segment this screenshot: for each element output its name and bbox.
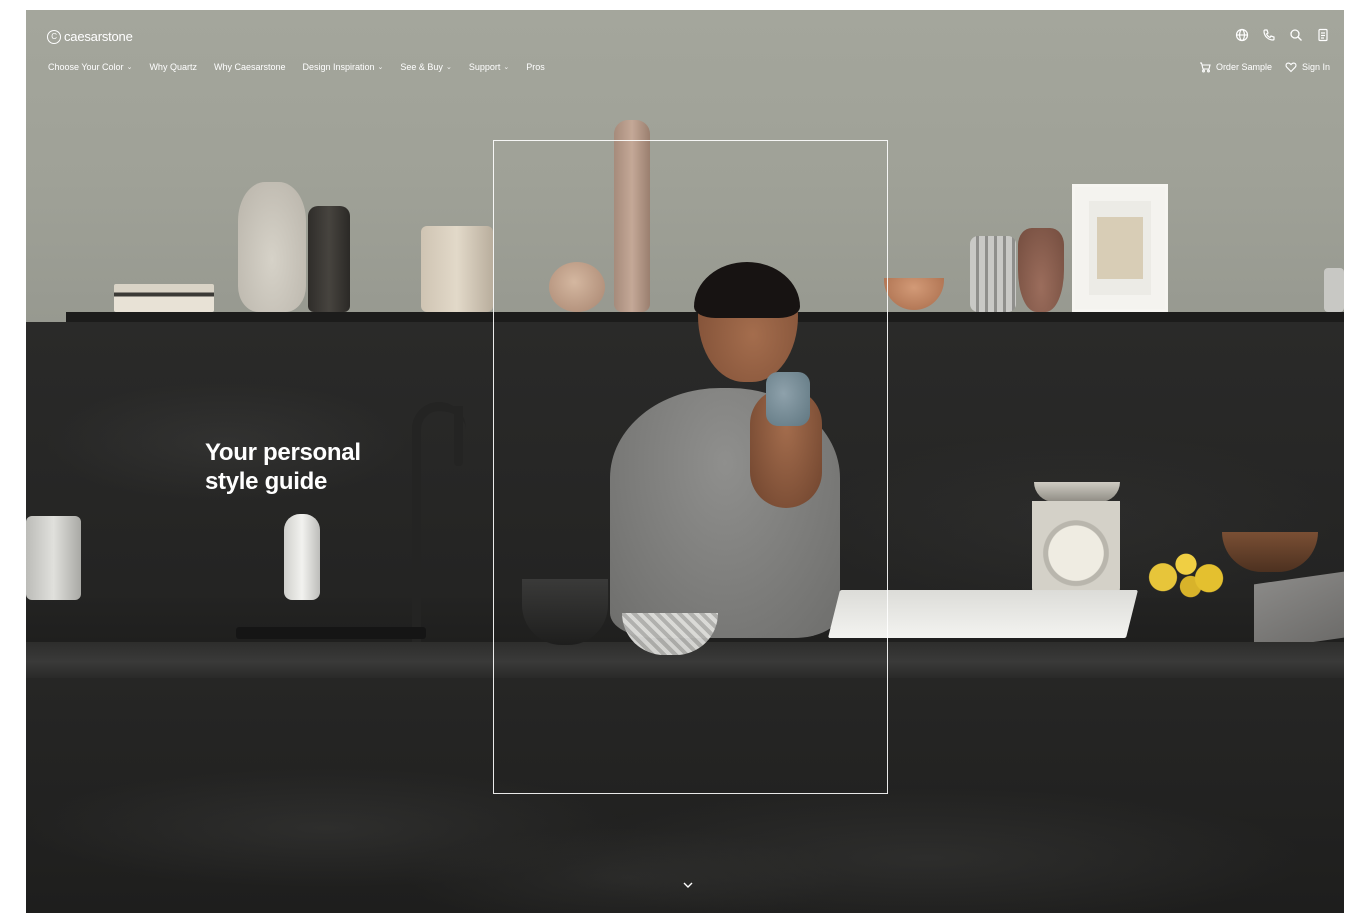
nav-pros[interactable]: Pros: [526, 62, 545, 72]
utility-icons: [1235, 28, 1330, 42]
chevron-down-icon: ⌄: [377, 64, 384, 71]
metal-canister-image: [970, 236, 1016, 312]
hero-title-line-1: Your personal: [205, 439, 361, 466]
logo-mark-icon: C: [47, 29, 61, 44]
scroll-down-button[interactable]: [680, 878, 696, 892]
nav-why-caesarstone[interactable]: Why Caesarstone: [214, 62, 286, 72]
nav-see-and-buy[interactable]: See & Buy ⌄: [400, 62, 451, 72]
chevron-down-icon: [683, 882, 693, 888]
nav-design-inspiration[interactable]: Design Inspiration ⌄: [302, 62, 383, 72]
brown-vase-image: [1018, 228, 1064, 312]
search-icon[interactable]: [1289, 28, 1303, 42]
heart-icon: [1285, 62, 1297, 73]
phone-icon[interactable]: [1262, 28, 1276, 42]
grinder-image: [284, 514, 320, 600]
main-navigation: Choose Your Color ⌄ Why Quartz Why Caesa…: [48, 62, 545, 72]
caesarstone-logo[interactable]: C caesarstone: [47, 29, 133, 44]
nav-item-label: Support: [468, 62, 501, 72]
nav-item-label: Pros: [526, 62, 545, 72]
storage-jar-image: [26, 516, 81, 600]
nav-why-quartz[interactable]: Why Quartz: [149, 62, 197, 72]
pitcher-image: [421, 226, 493, 312]
globe-icon[interactable]: [1235, 28, 1249, 42]
nav-item-label: Why Caesarstone: [213, 62, 286, 72]
framed-picture-image: [1072, 184, 1168, 312]
sign-in-link[interactable]: Sign In: [1285, 61, 1330, 73]
nav-item-label: Design Inspiration: [302, 62, 375, 72]
hero-outline-frame: [493, 140, 888, 794]
nav-item-label: Why Quartz: [149, 62, 197, 72]
nav-support[interactable]: Support ⌄: [469, 62, 509, 72]
kitchen-scale-image: [1032, 480, 1120, 598]
stacked-books-image: [114, 284, 214, 312]
lemons-image: [1140, 546, 1232, 598]
hero-section: C caesarstone Choose Your Color ⌄ Why Qu…: [26, 10, 1344, 913]
nav-item-label: Choose Your Color: [48, 62, 124, 72]
nav-choose-your-color[interactable]: Choose Your Color ⌄: [48, 62, 132, 72]
order-sample-label: Order Sample: [1215, 62, 1272, 72]
chevron-down-icon: ⌄: [126, 64, 133, 71]
chevron-down-icon: ⌄: [503, 64, 510, 71]
hero-title: Your personal style guide: [205, 438, 425, 496]
towel-image: [1254, 571, 1344, 651]
glass-jar-image: [1324, 268, 1344, 312]
nav-item-label: See & Buy: [400, 62, 443, 72]
white-vase-image: [238, 182, 306, 312]
logo-text: caesarstone: [64, 29, 133, 44]
cart-icon: [1199, 62, 1211, 73]
document-icon[interactable]: [1316, 28, 1330, 42]
sink-image: [236, 627, 426, 639]
order-sample-link[interactable]: Order Sample: [1199, 61, 1272, 73]
chevron-down-icon: ⌄: [445, 64, 452, 71]
faucet-spout-image: [454, 406, 463, 466]
hero-title-line-2: style guide: [205, 468, 328, 495]
account-navigation: Order Sample Sign In: [1199, 61, 1330, 73]
dark-vase-image: [308, 206, 350, 312]
site-header: C caesarstone Choose Your Color ⌄ Why Qu…: [26, 10, 1344, 90]
sign-in-label: Sign In: [1301, 62, 1330, 72]
